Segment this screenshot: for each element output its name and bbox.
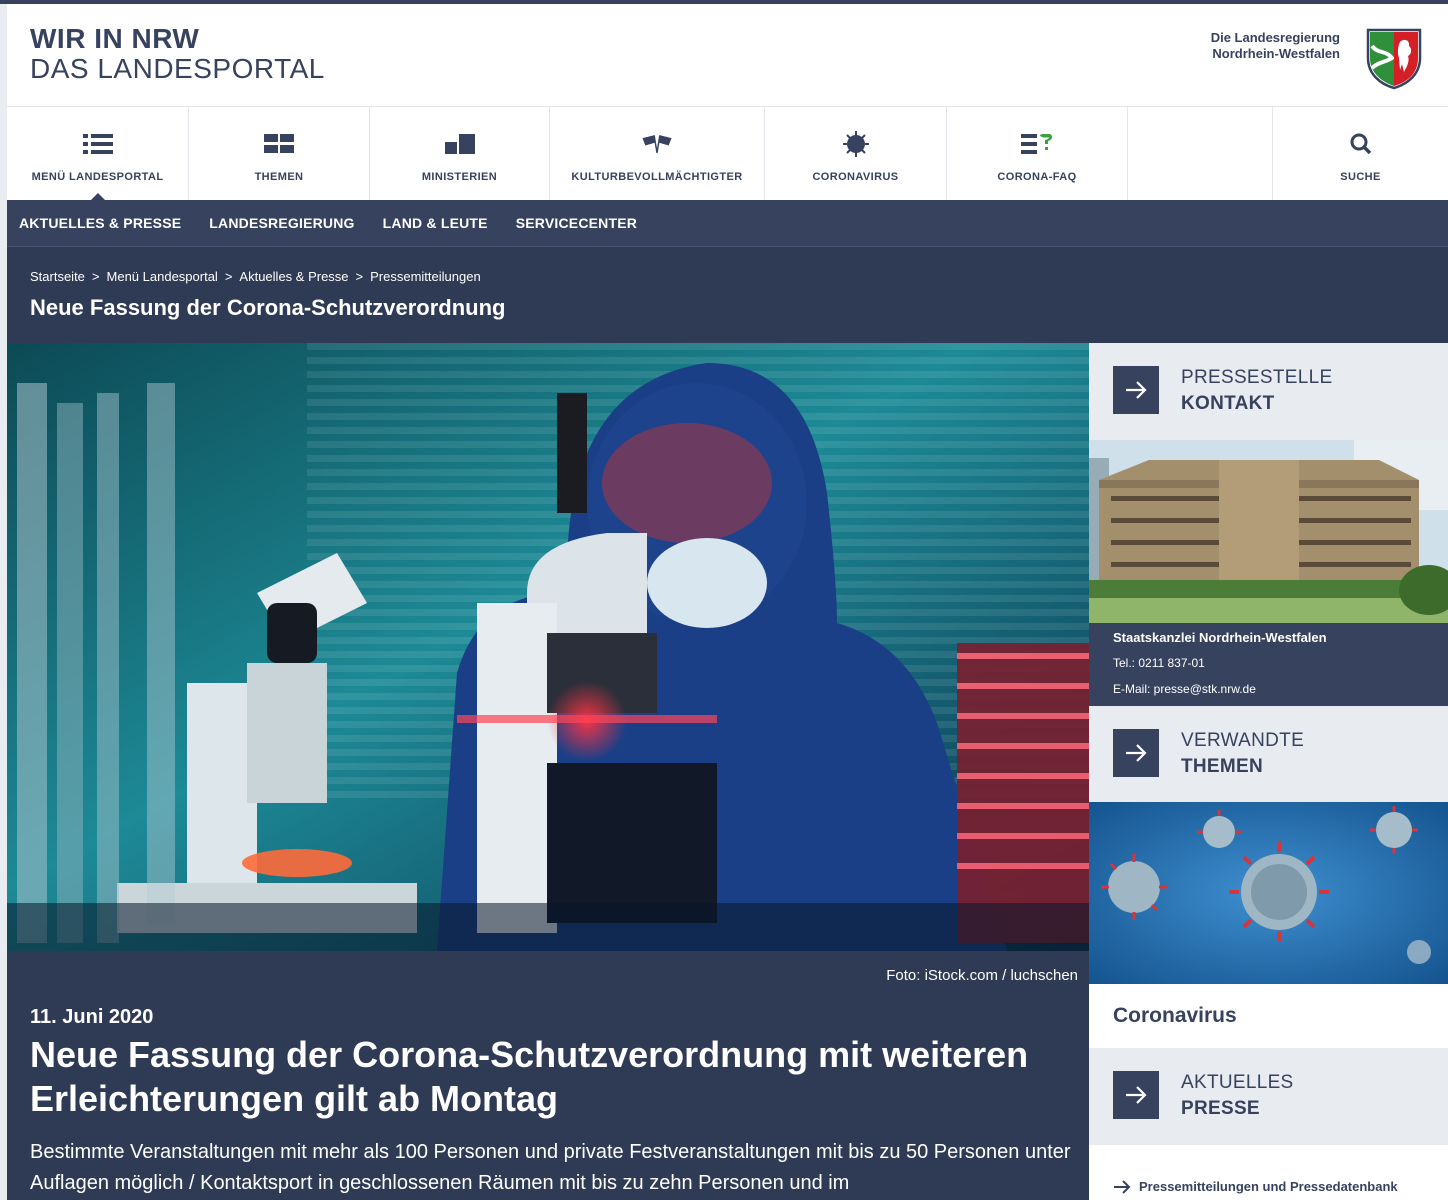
subnav-landesregierung[interactable]: LANDESREGIERUNG (209, 215, 354, 231)
government-label[interactable]: Die Landesregierung Nordrhein-Westfalen (1211, 30, 1340, 62)
breadcrumb: Startseite > Menü Landesportal > Aktuell… (30, 269, 481, 284)
main-navigation: MENÜ LANDESPORTAL THEMEN MINISTERIEN KUL… (7, 106, 1448, 202)
contact-phone[interactable]: Tel.: 0211 837-01 (1113, 656, 1205, 670)
staatskanzlei-photo (1089, 440, 1448, 623)
page-title: Neue Fassung der Corona-Schutzverordnung (30, 295, 506, 320)
breadcrumb-menu-landesportal[interactable]: Menü Landesportal (107, 269, 218, 284)
article-lead: Bestimmte Veranstaltungen mit mehr als 1… (30, 1141, 1071, 1194)
sidebar: PRESSESTELLE KONTAKT Staatskanzlei Nordr… (1089, 343, 1448, 1200)
arrow-right-icon[interactable] (1113, 366, 1159, 414)
nav-label: CORONAVIRUS (812, 171, 899, 183)
search-icon (1345, 131, 1377, 157)
coronavirus-topic[interactable]: Coronavirus (1089, 984, 1448, 1048)
coronavirus-topic-label: Coronavirus (1113, 1004, 1237, 1027)
virus-icon (840, 131, 872, 157)
nav-label: CORONA-FAQ (997, 171, 1077, 183)
breadcrumb-aktuelles-presse[interactable]: Aktuelles & Presse (239, 269, 348, 284)
kontakt-label: KONTAKT (1181, 393, 1275, 414)
menu-list-icon (82, 131, 114, 157)
arrow-right-icon[interactable] (1113, 729, 1159, 777)
arrow-right-icon[interactable] (1113, 1071, 1159, 1119)
top-rule (0, 0, 1448, 4)
contact-name: Staatskanzlei Nordrhein-Westfalen (1113, 630, 1327, 645)
flags-icon (641, 131, 673, 157)
nav-kulturbevollmaechtigter[interactable]: KULTURBEVOLLMÄCHTIGTER (550, 107, 765, 201)
nav-ministerien[interactable]: MINISTERIEN (370, 107, 550, 201)
themes-grid-icon (263, 131, 295, 157)
pressestelle-label: PRESSESTELLE (1181, 367, 1333, 388)
nav-coronavirus[interactable]: CORONAVIRUS (765, 107, 947, 201)
breadcrumb-band: Startseite > Menü Landesportal > Aktuell… (7, 246, 1448, 343)
photo-credit: Foto: iStock.com / luchschen (886, 967, 1078, 984)
nav-spacer (1128, 107, 1273, 201)
nav-label: THEMEN (254, 171, 304, 183)
pressemitteilungen-link[interactable]: Pressemitteilungen und Pressedatenbank (1113, 1179, 1398, 1194)
nav-label: SUCHE (1340, 171, 1381, 183)
article-title: Neue Fassung der Corona-Schutzverordnung… (30, 1034, 1029, 1119)
gov-line-2: Nordrhein-Westfalen (1212, 46, 1340, 61)
nav-menu-landesportal[interactable]: MENÜ LANDESPORTAL (7, 107, 189, 202)
breadcrumb-separator: > (91, 269, 100, 284)
nav-label: MINISTERIEN (421, 171, 498, 183)
verwandte-themen-box[interactable]: VERWANDTE THEMEN (1089, 706, 1448, 802)
contact-email[interactable]: E-Mail: presse@stk.nrw.de (1113, 682, 1256, 696)
nrw-crest-icon[interactable] (1364, 28, 1424, 90)
site-logo[interactable]: WIR IN NRW DAS LANDESPORTAL (30, 24, 325, 84)
page: WIR IN NRW DAS LANDESPORTAL Die Landesre… (0, 0, 1448, 1200)
presse-label: PRESSE (1181, 1098, 1260, 1119)
contact-card: Staatskanzlei Nordrhein-Westfalen Tel.: … (1089, 623, 1448, 706)
breadcrumb-separator: > (224, 269, 233, 284)
verwandte-label: VERWANDTE (1181, 730, 1305, 751)
breadcrumb-separator: > (355, 269, 364, 284)
pressestelle-kontakt-box[interactable]: PRESSESTELLE KONTAKT (1089, 343, 1448, 440)
nav-suche[interactable]: SUCHE (1273, 107, 1448, 201)
brand-line-2: DAS LANDESPORTAL (30, 53, 325, 84)
breadcrumb-startseite[interactable]: Startseite (30, 269, 85, 284)
gov-line-1: Die Landesregierung (1210, 30, 1340, 45)
left-edge (0, 0, 7, 1200)
nav-themen[interactable]: THEMEN (189, 107, 370, 201)
nav-label: KULTURBEVOLLMÄCHTIGTER (571, 171, 743, 183)
nav-corona-faq[interactable]: CORONA-FAQ (947, 107, 1128, 201)
article-date: 11. Juni 2020 (30, 1006, 154, 1028)
arrow-right-icon (1114, 1179, 1131, 1194)
aktuelles-presse-box[interactable]: AKTUELLES PRESSE (1089, 1048, 1448, 1145)
hero-image (7, 343, 1089, 951)
subnav-aktuelles-presse[interactable]: AKTUELLES & PRESSE (19, 215, 181, 231)
aktuelles-label: AKTUELLES (1181, 1072, 1294, 1093)
coronavirus-image[interactable] (1089, 802, 1448, 984)
subnav-servicecenter[interactable]: SERVICECENTER (516, 215, 637, 231)
sub-navigation: AKTUELLES & PRESSE LANDESREGIERUNG LAND … (7, 200, 1448, 246)
ministries-icon (444, 131, 476, 157)
pressemitteilungen-link-label: Pressemitteilungen und Pressedatenbank (1139, 1179, 1398, 1194)
themen-label: THEMEN (1181, 756, 1264, 777)
breadcrumb-pressemitteilungen[interactable]: Pressemitteilungen (370, 269, 481, 284)
faq-icon (1021, 131, 1053, 157)
nav-label: MENÜ LANDESPORTAL (31, 171, 164, 183)
brand-line-1: WIR IN NRW (30, 23, 200, 54)
article: Foto: iStock.com / luchschen 11. Juni 20… (7, 951, 1089, 1200)
subnav-land-leute[interactable]: LAND & LEUTE (383, 215, 488, 231)
